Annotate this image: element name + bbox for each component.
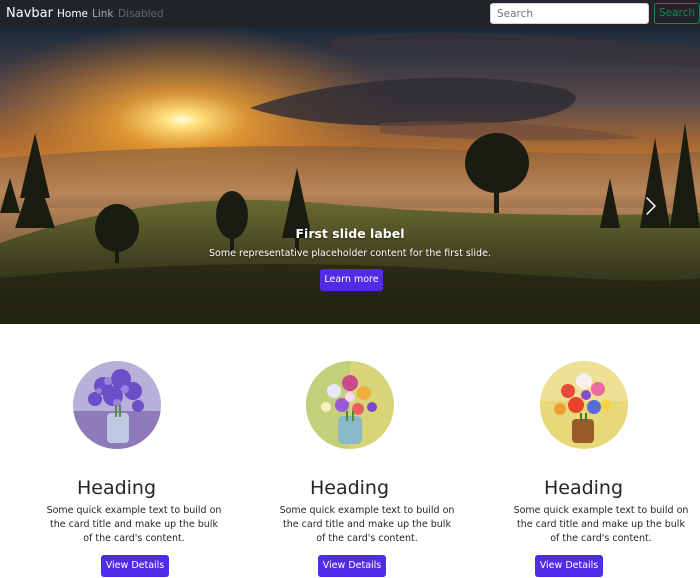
card-heading: Heading	[309, 477, 390, 499]
card-image-lavender	[73, 361, 161, 449]
card-text: Some quick example text to build on the …	[279, 505, 455, 544]
feature-card: Heading Some quick example text to build…	[233, 324, 466, 578]
navbar: Navbar Home Link Disabled Search	[0, 0, 700, 28]
feature-card: Heading Some quick example text to build…	[0, 324, 233, 578]
search-button[interactable]: Search	[654, 3, 700, 24]
card-heading: Heading	[76, 477, 157, 499]
carousel-next-button[interactable]	[636, 186, 666, 226]
card-image-roses	[540, 361, 628, 449]
card-text: Some quick example text to build on the …	[46, 505, 222, 544]
nav-link-home[interactable]: Home	[57, 7, 88, 21]
nav-link-link[interactable]: Link	[92, 7, 114, 21]
learn-more-button[interactable]: Learn more	[320, 269, 383, 291]
view-details-button[interactable]: View Details	[101, 555, 169, 577]
card-text: Some quick example text to build on the …	[513, 505, 689, 544]
chevron-right-icon	[646, 197, 656, 215]
view-details-button[interactable]: View Details	[535, 555, 603, 577]
card-image-wildflowers	[306, 361, 394, 449]
nav-link-disabled: Disabled	[118, 8, 164, 20]
view-details-button[interactable]: View Details	[318, 555, 386, 577]
feature-card: Heading Some quick example text to build…	[467, 324, 700, 578]
hero-carousel: First slide label Some representative pl…	[0, 28, 700, 324]
card-heading: Heading	[543, 477, 624, 499]
navbar-brand[interactable]: Navbar	[6, 5, 53, 23]
search-input[interactable]	[490, 3, 649, 24]
